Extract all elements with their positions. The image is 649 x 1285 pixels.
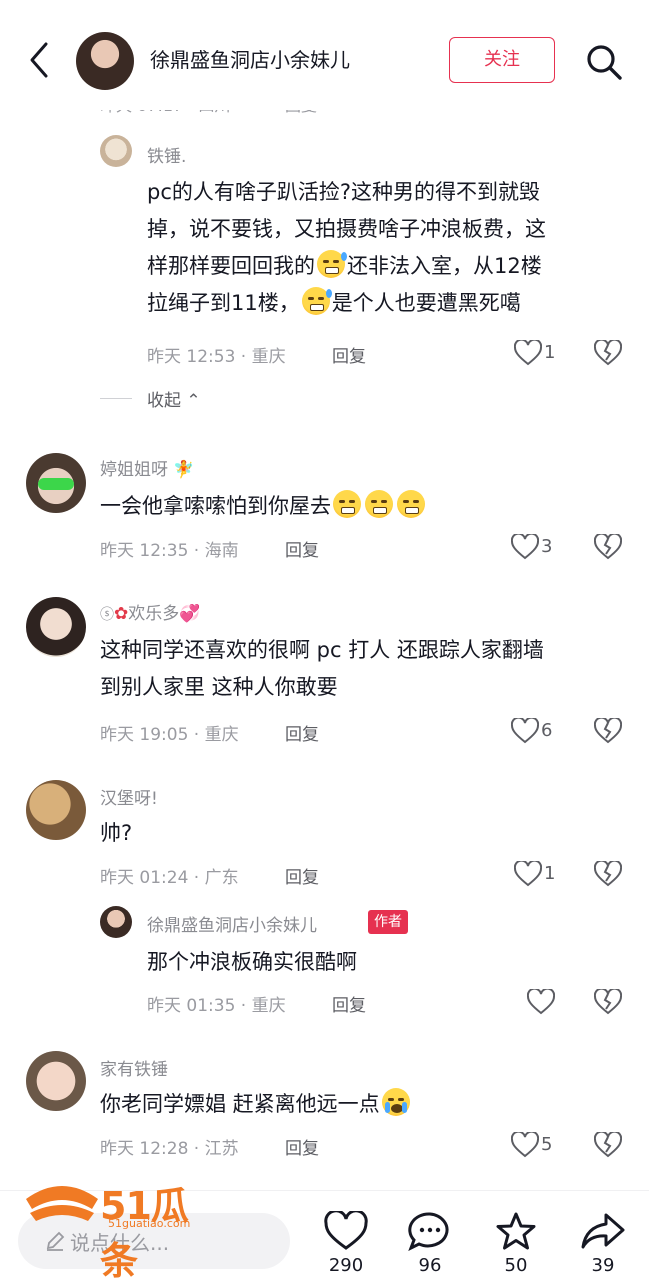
grin-sweat-emoji (301, 287, 332, 315)
share-icon[interactable] (578, 1211, 628, 1251)
like-count: 6 (541, 720, 553, 741)
comment-author[interactable]: 婷姐姐呀 🧚 (100, 455, 195, 480)
reply-button[interactable]: 回复 (285, 720, 319, 745)
ring-icon: ⓢ (100, 607, 114, 623)
smirk-emoji (397, 490, 425, 518)
avatar[interactable] (26, 453, 86, 513)
comment-meta: 昨天 12:53 · 重庆 (147, 347, 286, 367)
comment-meta: 昨天 12:35 · 海南 (100, 541, 239, 561)
collapse-replies-button[interactable]: 收起 ⌃ (147, 386, 201, 411)
like-icon[interactable] (321, 1211, 371, 1251)
grin-sweat-emoji (317, 250, 347, 278)
like-count: 1 (544, 863, 556, 884)
comment-meta: 昨天 12:28 · 江苏 (100, 1139, 239, 1159)
dislike-icon[interactable] (594, 718, 622, 744)
dislike-icon[interactable] (594, 861, 622, 887)
flower-emoji: ✿ (114, 604, 129, 624)
comment-author[interactable]: 徐鼎盛鱼洞店小余妹儿 (147, 911, 317, 936)
dislike-icon[interactable] (594, 1132, 622, 1158)
reply-button[interactable]: 回复 (285, 1134, 319, 1159)
comment-text: pc的人有啥子趴活捡?这种男的得不到就毁 掉，说不要钱，又拍摄费啥子冲浪板费，这… (147, 180, 546, 315)
watermelon-icon (26, 1186, 98, 1221)
like-icon[interactable] (511, 718, 539, 744)
reply-button[interactable]: 回复 (285, 536, 319, 561)
like-icon[interactable] (511, 534, 539, 560)
sunglasses-sticker (38, 478, 74, 490)
heart-emoji: 💞 (179, 604, 201, 624)
like-count: 3 (541, 536, 553, 557)
comment-meta: 昨天 01:35 · 重庆 (147, 996, 286, 1016)
comment-icon[interactable] (405, 1211, 455, 1251)
dislike-icon[interactable] (594, 340, 622, 366)
comment-author[interactable]: 家有铁锤 (100, 1055, 168, 1080)
like-count: 5 (541, 1134, 553, 1155)
smirk-emoji (333, 490, 361, 518)
like-icon[interactable] (511, 1132, 539, 1158)
comment-author[interactable]: 铁锤. (147, 142, 186, 167)
top-bar: 徐鼎盛鱼洞店小余妹儿 关注 (0, 0, 649, 110)
like-icon[interactable] (527, 989, 555, 1015)
search-icon[interactable] (584, 42, 624, 82)
star-icon[interactable] (491, 1211, 541, 1251)
comment-text: 那个冲浪板确实很酷啊 (147, 950, 357, 974)
like-icon[interactable] (514, 340, 542, 366)
follow-button[interactable]: 关注 (449, 37, 555, 83)
crying-emoji (381, 1088, 410, 1116)
comment-text: 这种同学还喜欢的很啊 pc 打人 还跟踪人家翻墙 到别人家里 这种人你敢要 (100, 638, 544, 699)
author-badge: 作者 (368, 910, 408, 934)
fairy-emoji: 🧚 (173, 460, 195, 480)
divider (100, 398, 132, 399)
dislike-icon[interactable] (594, 534, 622, 560)
comment-author[interactable]: ⓢ✿欢乐多💞 (100, 599, 200, 624)
comment-text: 一会他拿嗦嗦怕到你屋去 (100, 488, 427, 525)
page-title[interactable]: 徐鼎盛鱼洞店小余妹儿 (150, 44, 350, 73)
avatar[interactable] (100, 135, 132, 167)
back-arrow-icon[interactable] (24, 40, 54, 80)
like-count: 1 (544, 342, 556, 363)
comment-count: 96 (418, 1255, 442, 1276)
avatar[interactable] (26, 780, 86, 840)
smirk-emoji (365, 490, 393, 518)
comment-author[interactable]: 汉堡呀! (100, 784, 158, 809)
favorite-count: 50 (504, 1255, 528, 1276)
comment-text: 你老同学嫖娼 赶紧离他远一点 (100, 1086, 412, 1123)
like-icon[interactable] (514, 861, 542, 887)
avatar[interactable] (100, 906, 132, 938)
reply-button[interactable]: 回复 (285, 863, 319, 888)
reply-button[interactable]: 回复 (332, 342, 366, 367)
comment-meta: 昨天 01:24 · 广东 (100, 868, 239, 888)
reply-button[interactable]: 回复 (332, 991, 366, 1016)
watermark-logo: 51瓜条 51guatiao.com (22, 1177, 222, 1283)
bottom-bar: 说点什么... 51瓜条 51guatiao.com 290 96 50 39 (0, 1184, 649, 1283)
author-avatar[interactable] (76, 32, 134, 90)
comment-meta: 昨天 19:05 · 重庆 (100, 725, 239, 745)
like-count: 290 (328, 1255, 364, 1276)
avatar[interactable] (26, 1051, 86, 1111)
comment-text: 帅? (100, 821, 133, 845)
avatar[interactable] (26, 597, 86, 657)
chevron-up-icon: ⌃ (186, 391, 201, 411)
dislike-icon[interactable] (594, 989, 622, 1015)
share-count: 39 (591, 1255, 615, 1276)
